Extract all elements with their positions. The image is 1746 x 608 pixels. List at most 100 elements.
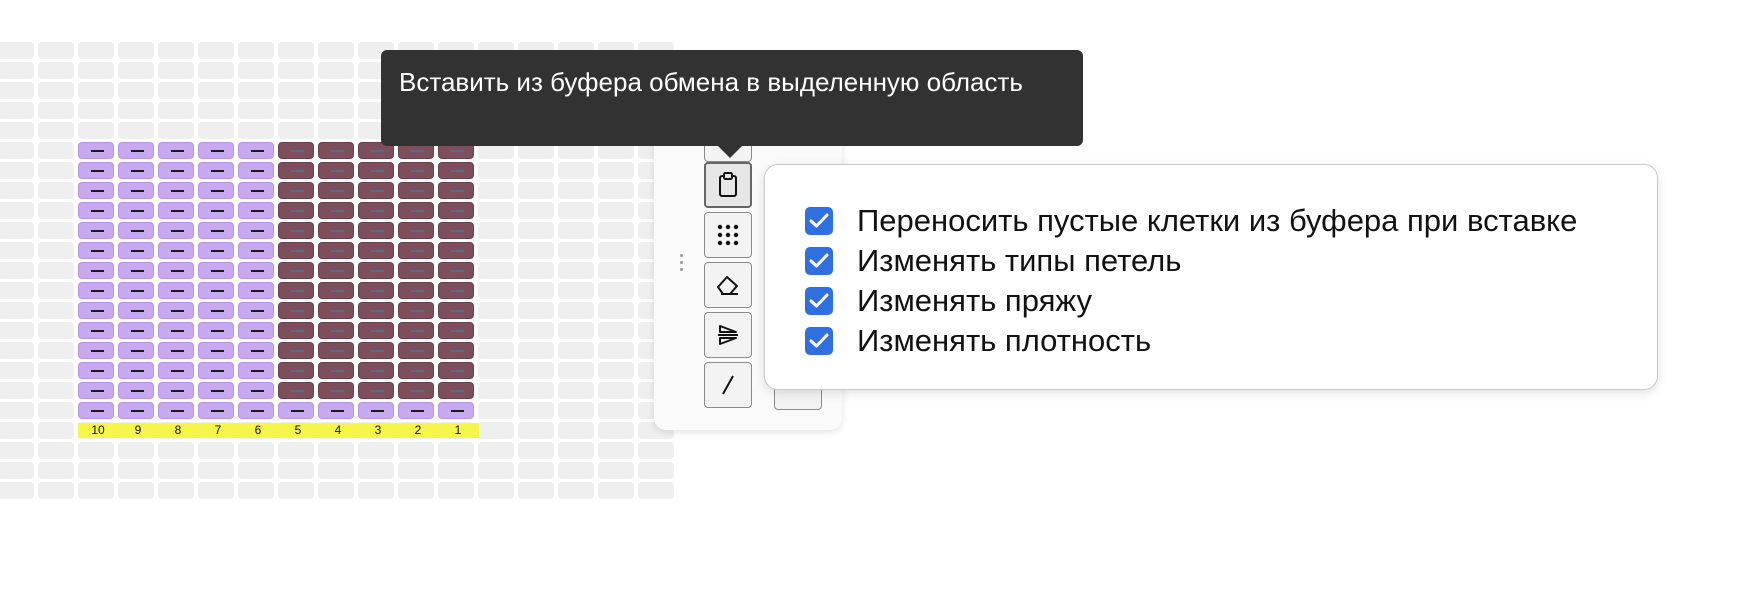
stitch-cell[interactable] <box>158 222 194 239</box>
stitch-cell[interactable] <box>398 342 434 359</box>
drag-handle-icon[interactable] <box>680 254 684 276</box>
stitch-cell[interactable] <box>278 202 314 219</box>
paste-option-row[interactable]: Изменять типы петель <box>805 241 1181 281</box>
stitch-cell[interactable] <box>238 322 274 339</box>
stitch-cell[interactable] <box>118 342 154 359</box>
stitch-cell[interactable] <box>398 242 434 259</box>
stitch-cell[interactable] <box>398 222 434 239</box>
stitch-cell[interactable] <box>318 382 354 399</box>
paste-option-row[interactable]: Изменять пряжу <box>805 281 1092 321</box>
stitch-cell[interactable] <box>318 342 354 359</box>
stitch-cell[interactable] <box>198 262 234 279</box>
checkbox[interactable] <box>805 327 833 355</box>
stitch-cell[interactable] <box>278 282 314 299</box>
stitch-cell[interactable] <box>438 302 474 319</box>
stitch-cell[interactable] <box>358 182 394 199</box>
stitch-cell[interactable] <box>118 162 154 179</box>
stitch-cell[interactable] <box>318 222 354 239</box>
stitch-cell[interactable] <box>318 202 354 219</box>
stitch-cell[interactable] <box>78 262 114 279</box>
stitch-cell[interactable] <box>278 302 314 319</box>
stitch-cell[interactable] <box>318 142 354 159</box>
stitch-cell[interactable] <box>118 222 154 239</box>
stitch-cell[interactable] <box>238 302 274 319</box>
stitch-cell[interactable] <box>438 222 474 239</box>
eraser-button[interactable] <box>704 262 752 308</box>
stitch-cell[interactable] <box>398 282 434 299</box>
paste-button[interactable] <box>704 162 752 208</box>
stitch-cell[interactable] <box>278 402 314 419</box>
stitch-cell[interactable] <box>78 362 114 379</box>
stitch-cell[interactable] <box>358 382 394 399</box>
stitch-cell[interactable] <box>398 362 434 379</box>
stitch-cell[interactable] <box>398 182 434 199</box>
stitch-cell[interactable] <box>318 282 354 299</box>
stitch-cell[interactable] <box>278 242 314 259</box>
stitch-cell[interactable] <box>118 322 154 339</box>
stitch-cell[interactable] <box>198 282 234 299</box>
stitch-cell[interactable] <box>158 282 194 299</box>
stitch-cell[interactable] <box>158 402 194 419</box>
stitch-cell[interactable] <box>118 202 154 219</box>
stitch-cell[interactable] <box>78 162 114 179</box>
stitch-cell[interactable] <box>78 242 114 259</box>
stitch-cell[interactable] <box>198 402 234 419</box>
stitch-cell[interactable] <box>238 182 274 199</box>
stitch-cell[interactable] <box>118 142 154 159</box>
stitch-cell[interactable] <box>158 382 194 399</box>
stitch-cell[interactable] <box>438 202 474 219</box>
stitch-cell[interactable] <box>398 302 434 319</box>
stitch-cell[interactable] <box>318 362 354 379</box>
stitch-cell[interactable] <box>318 402 354 419</box>
stitch-cell[interactable] <box>198 222 234 239</box>
stitch-cell[interactable] <box>318 322 354 339</box>
stitch-cell[interactable] <box>238 382 274 399</box>
stitch-cell[interactable] <box>158 202 194 219</box>
stitch-cell[interactable] <box>198 382 234 399</box>
stitch-cell[interactable] <box>438 262 474 279</box>
stitch-cell[interactable] <box>358 342 394 359</box>
stitch-cell[interactable] <box>438 182 474 199</box>
stitch-cell[interactable] <box>358 322 394 339</box>
stitch-cell[interactable] <box>238 262 274 279</box>
stitch-cell[interactable] <box>78 202 114 219</box>
stitch-cell[interactable] <box>118 362 154 379</box>
stitch-cell[interactable] <box>158 142 194 159</box>
stitch-cell[interactable] <box>278 382 314 399</box>
stitch-cell[interactable] <box>118 282 154 299</box>
stitch-cell[interactable] <box>358 282 394 299</box>
stitch-cell[interactable] <box>438 342 474 359</box>
stitch-cell[interactable] <box>438 242 474 259</box>
stitch-cell[interactable] <box>118 302 154 319</box>
stitch-cell[interactable] <box>358 242 394 259</box>
stitch-cell[interactable] <box>238 242 274 259</box>
stitch-cell[interactable] <box>158 262 194 279</box>
stitch-cell[interactable] <box>198 162 234 179</box>
stitch-cell[interactable] <box>438 402 474 419</box>
stitch-cell[interactable] <box>398 162 434 179</box>
stitch-cell[interactable] <box>318 302 354 319</box>
stitch-cell[interactable] <box>278 362 314 379</box>
stitch-cell[interactable] <box>398 262 434 279</box>
stitch-cell[interactable] <box>158 342 194 359</box>
stitch-cell[interactable] <box>238 222 274 239</box>
stitch-cell[interactable] <box>198 362 234 379</box>
stitch-cell[interactable] <box>398 382 434 399</box>
stitch-cell[interactable] <box>438 382 474 399</box>
stitch-cell[interactable] <box>398 202 434 219</box>
stitch-cell[interactable] <box>118 182 154 199</box>
stitch-cell[interactable] <box>198 202 234 219</box>
stitch-cell[interactable] <box>198 302 234 319</box>
stitch-cell[interactable] <box>278 262 314 279</box>
checkbox[interactable] <box>805 247 833 275</box>
stitch-cell[interactable] <box>318 242 354 259</box>
stitch-cell[interactable] <box>278 162 314 179</box>
stitch-cell[interactable] <box>438 162 474 179</box>
stitch-cell[interactable] <box>158 242 194 259</box>
stitch-cell[interactable] <box>278 182 314 199</box>
stitch-cell[interactable] <box>318 162 354 179</box>
stitch-cell[interactable] <box>78 402 114 419</box>
stitch-cell[interactable] <box>78 382 114 399</box>
stitch-cell[interactable] <box>318 262 354 279</box>
stitch-cell[interactable] <box>278 142 314 159</box>
